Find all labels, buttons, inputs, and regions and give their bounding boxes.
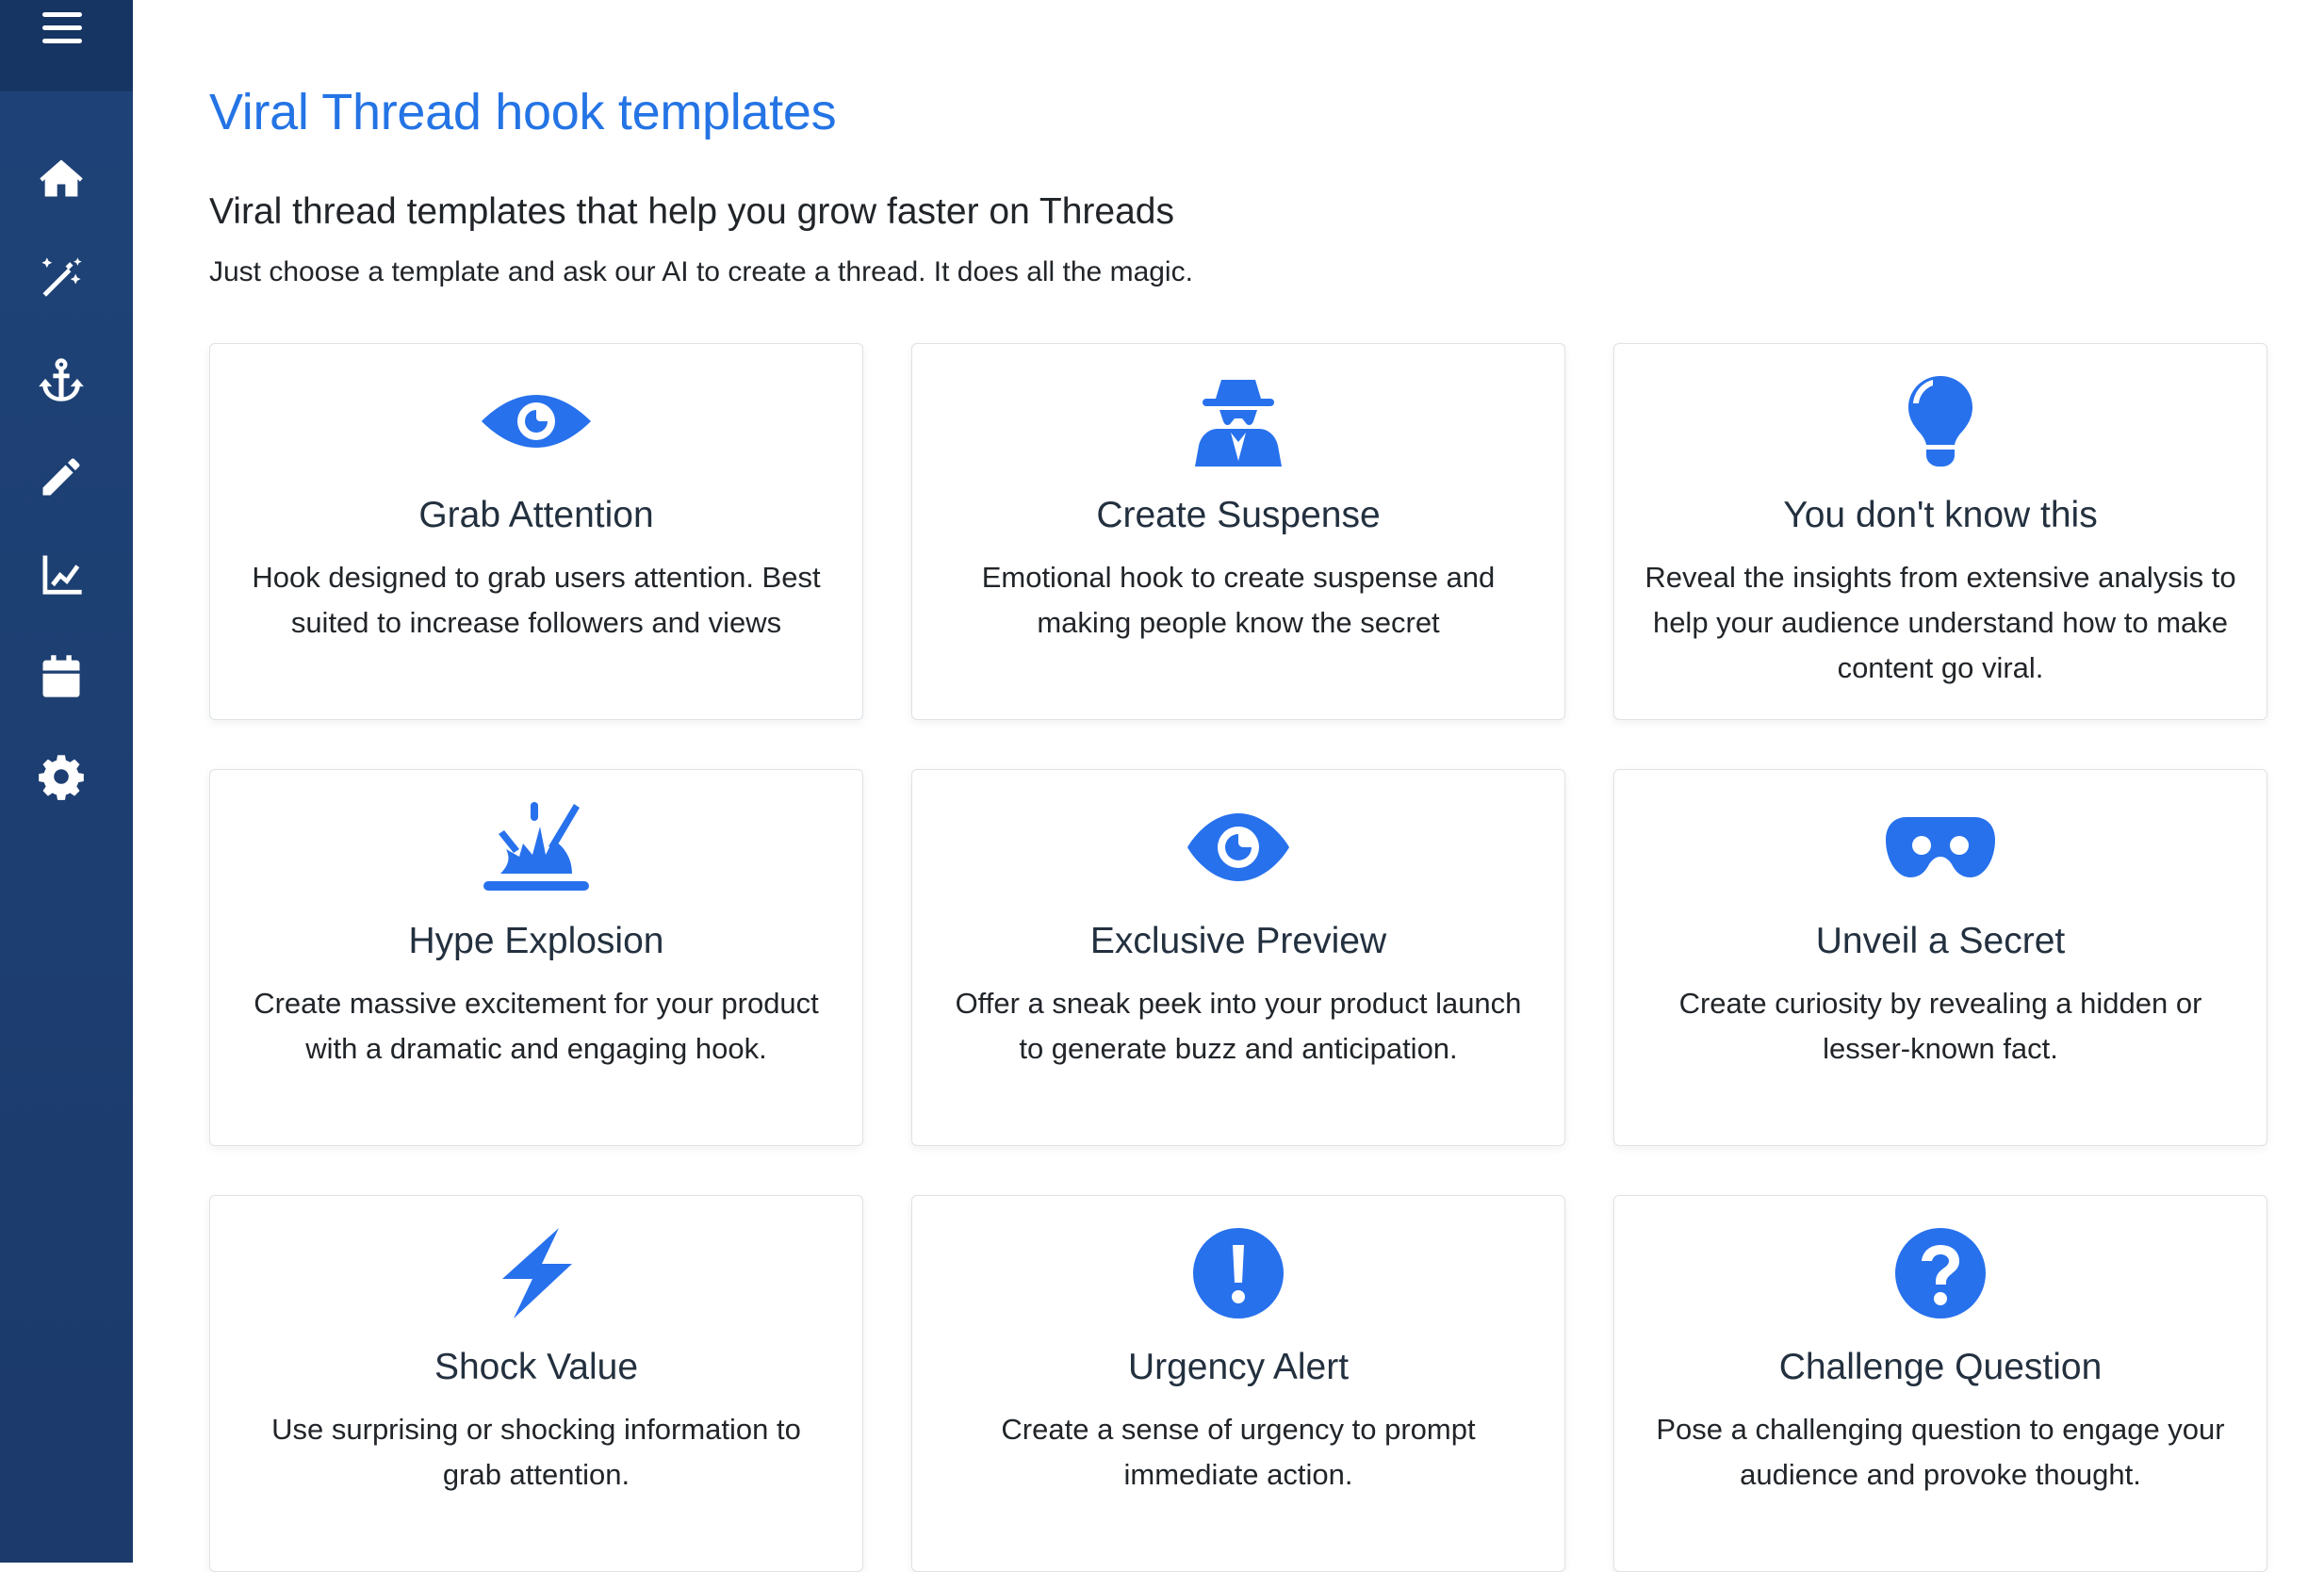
page-title: Viral Thread hook templates [209, 84, 837, 140]
card-description: Use surprising or shocking information t… [271, 1413, 801, 1491]
card-title: Create Suspense [1096, 495, 1381, 535]
template-card-urgency-alert[interactable]: Urgency Alert Create a sense of urgency … [911, 1195, 1565, 1572]
template-card-grab-attention[interactable]: Grab Attention Hook designed to grab use… [209, 343, 863, 720]
sidebar [0, 0, 133, 1563]
sidebar-item-calendar[interactable] [34, 649, 89, 704]
eye-icon [1187, 813, 1289, 881]
chart-line-icon [42, 555, 82, 595]
page-subtitle: Viral thread templates that help you gro… [209, 191, 1174, 232]
template-card-hype-explosion[interactable]: Hype Explosion Create massive excitement… [209, 769, 863, 1146]
sidebar-item-home[interactable] [34, 151, 89, 205]
bolt-icon [502, 1228, 572, 1318]
calendar-icon [42, 655, 80, 697]
mask-icon [1886, 817, 1995, 877]
card-title: You don't know this [1783, 495, 2098, 535]
sidebar-header [0, 0, 133, 91]
sidebar-item-magic[interactable] [34, 251, 89, 305]
template-card-challenge-question[interactable]: Challenge Question Pose a challenging qu… [1613, 1195, 2267, 1572]
card-description: Emotional hook to create suspense and ma… [981, 561, 1496, 639]
card-description: Pose a challenging question to engage yo… [1656, 1413, 2225, 1491]
card-title: Challenge Question [1778, 1347, 2103, 1387]
eye-icon [482, 395, 591, 448]
sidebar-item-anchor[interactable] [34, 352, 89, 407]
card-description: Hook designed to grab users attention. B… [252, 561, 821, 639]
exclamation-circle-icon [1193, 1228, 1284, 1318]
card-title: Hype Explosion [408, 921, 664, 961]
template-card-unveil-a-secret[interactable]: Unveil a Secret Create curiosity by reve… [1613, 769, 2267, 1146]
page-description: Just choose a template and ask our AI to… [209, 256, 1193, 287]
template-card-exclusive-preview[interactable]: Exclusive Preview Offer a sneak peek int… [911, 769, 1565, 1146]
lightbulb-icon [1908, 376, 1972, 467]
card-title: Urgency Alert [1127, 1347, 1350, 1387]
template-card-you-dont-know-this[interactable]: You don't know this Reveal the insights … [1613, 343, 2267, 720]
gear-icon [39, 755, 84, 800]
sidebar-item-analytics[interactable] [34, 547, 89, 601]
magic-wand-icon [41, 257, 82, 297]
sidebar-item-settings[interactable] [34, 749, 89, 804]
card-description: Offer a sneak peek into your product lau… [955, 987, 1522, 1065]
main-content: Viral Thread hook templates Viral thread… [209, 0, 2324, 1572]
anchor-icon [39, 358, 84, 401]
home-icon [40, 159, 83, 197]
card-description: Reveal the insights from extensive analy… [1645, 561, 2236, 684]
template-card-shock-value[interactable]: Shock Value Use surprising or shocking i… [209, 1195, 863, 1572]
pencil-icon [42, 458, 80, 496]
card-title: Unveil a Secret [1815, 921, 2066, 961]
question-circle-icon [1895, 1228, 1986, 1318]
template-card-create-suspense[interactable]: Create Suspense Emotional hook to create… [911, 343, 1565, 720]
card-title: Exclusive Preview [1089, 921, 1387, 961]
sidebar-item-write[interactable] [34, 450, 89, 504]
card-description: Create curiosity by revealing a hidden o… [1678, 987, 2202, 1065]
card-title: Grab Attention [418, 495, 654, 535]
card-description: Create massive excitement for your produ… [254, 987, 819, 1065]
spy-icon [1195, 380, 1282, 467]
hamburger-menu-icon[interactable] [42, 12, 82, 46]
explosion-icon [483, 802, 589, 891]
card-title: Shock Value [434, 1347, 639, 1387]
card-description: Create a sense of urgency to prompt imme… [1001, 1413, 1476, 1491]
